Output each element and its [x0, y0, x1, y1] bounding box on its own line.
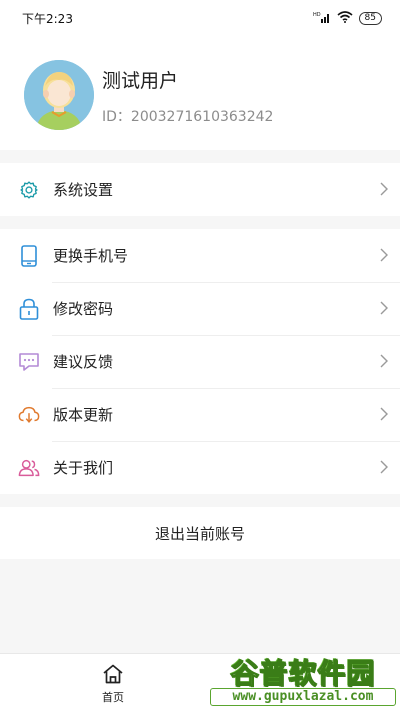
- settings-card: 系统设置: [0, 163, 400, 216]
- logout-button[interactable]: 退出当前账号: [0, 507, 400, 559]
- menu-item-change-phone[interactable]: 更换手机号: [0, 229, 400, 282]
- menu-item-label: 修改密码: [53, 300, 114, 318]
- watermark-logo: 谷普软件园 www.gupuxlazal.com: [210, 652, 396, 708]
- menu-item-label: 关于我们: [53, 459, 114, 477]
- profile-header[interactable]: 测试用户 ID：2003271610363242: [0, 36, 400, 150]
- nav-home-label: 首页: [102, 691, 124, 704]
- watermark-url: www.gupuxlazal.com: [210, 688, 396, 706]
- menu-item-label: 版本更新: [53, 406, 114, 424]
- network-type: HD: [313, 12, 321, 18]
- nav-tab-home[interactable]: 首页: [88, 664, 138, 705]
- chat-icon: [18, 351, 40, 373]
- status-bar: 下午2:23 HD 85: [0, 0, 400, 36]
- battery-indicator: 85: [358, 11, 382, 25]
- signal-icon: HD: [313, 11, 331, 26]
- avatar[interactable]: [24, 60, 94, 130]
- chevron-right-icon: [380, 247, 388, 266]
- phone-icon: [18, 244, 40, 267]
- menu-item-label: 更换手机号: [53, 247, 129, 265]
- username: 测试用户: [102, 70, 179, 92]
- users-icon: [18, 457, 40, 479]
- menu-item-about-us[interactable]: 关于我们: [0, 441, 400, 494]
- menu-item-version-update[interactable]: 版本更新: [0, 388, 400, 441]
- chevron-right-icon: [380, 459, 388, 478]
- account-card: 更换手机号 修改密码 建议反馈 版本更新 关于我们: [0, 229, 400, 494]
- menu-item-feedback[interactable]: 建议反馈: [0, 335, 400, 388]
- cloud-download-icon: [18, 404, 40, 426]
- chevron-right-icon: [380, 406, 388, 425]
- watermark-brand: 谷普软件园: [230, 656, 376, 690]
- menu-item-label: 系统设置: [53, 181, 114, 199]
- menu-item-change-password[interactable]: 修改密码: [0, 282, 400, 335]
- menu-item-label: 建议反馈: [53, 353, 114, 371]
- home-icon: [102, 664, 124, 688]
- chevron-right-icon: [380, 300, 388, 319]
- gear-icon: [18, 179, 40, 201]
- user-id: ID：2003271610363242: [102, 109, 274, 125]
- chevron-right-icon: [380, 181, 388, 200]
- menu-item-system-settings[interactable]: 系统设置: [0, 163, 400, 216]
- avatar-illustration: [24, 60, 94, 130]
- chevron-right-icon: [380, 353, 388, 372]
- status-time: 下午2:23: [22, 11, 73, 26]
- lock-icon: [18, 298, 40, 320]
- wifi-icon: [337, 10, 353, 26]
- status-icons: HD 85: [313, 10, 382, 26]
